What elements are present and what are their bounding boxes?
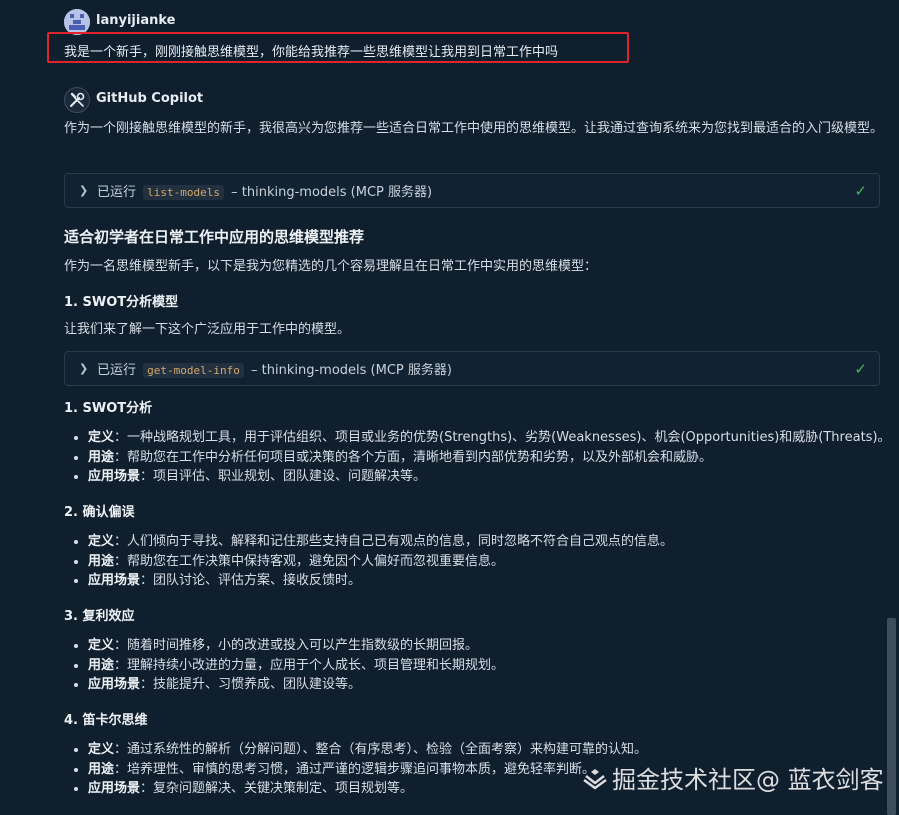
checkmark-icon: ✓ — [854, 182, 867, 200]
model-title: 3. 复利效应 — [64, 609, 135, 624]
section-heading: 适合初学者在日常工作中应用的思维模型推荐 — [64, 228, 365, 246]
list-item: 应用场景：项目评估、职业规划、团队建设、问题解决等。 — [74, 467, 891, 487]
copilot-tools-icon — [70, 92, 85, 107]
list-item: 用途：帮助您在工作中分析任何项目或决策的各个方面，清晰地看到内部优势和劣势，以及… — [74, 448, 891, 468]
chevron-right-icon[interactable]: ❯ — [79, 362, 97, 375]
model-details: 定义：随着时间推移，小的改进或投入可以产生指数级的长期回报。 用途：理解持续小改… — [64, 636, 504, 695]
section1-text: 让我们来了解一下这个广泛应用于工作中的模型。 — [64, 322, 351, 337]
tool-call-get-model-info[interactable]: ❯ 已运行 get-model-info – thinking-models (… — [64, 351, 880, 386]
model-details: 定义：人们倾向于寻找、解释和记住那些支持自己已有观点的信息，同时忽略不符合自己观… — [64, 532, 673, 591]
scrollbar-thumb[interactable] — [887, 618, 896, 815]
model-details: 定义：通过系统性的解析（分解问题）、整合（有序思考）、检验（全面考察）来构建可靠… — [64, 740, 647, 799]
user-name: lanyijianke — [96, 13, 176, 28]
copilot-avatar — [64, 87, 90, 113]
list-item: 应用场景：技能提升、习惯养成、团队建设等。 — [73, 675, 504, 695]
user-message: 我是一个新手，刚刚接触思维模型，你能给我推荐一些思维模型让我用到日常工作中吗 — [64, 45, 559, 60]
tool-call-text: 已运行 get-model-info – thinking-models (MC… — [97, 363, 452, 378]
list-item: 用途：理解持续小改进的力量，应用于个人成长、项目管理和长期规划。 — [73, 656, 504, 676]
list-item: 应用场景：复杂问题解决、关键决策制定、项目规划等。 — [73, 779, 647, 799]
list-item: 定义：一种战略规划工具，用于评估组织、项目或业务的优势(Strengths)、劣… — [74, 428, 891, 448]
tool-name: list-models — [143, 185, 225, 200]
list-item: 应用场景：团队讨论、评估方案、接收反馈时。 — [73, 571, 673, 591]
list-item: 定义：通过系统性的解析（分解问题）、整合（有序思考）、检验（全面考察）来构建可靠… — [73, 740, 647, 760]
list-item: 定义：人们倾向于寻找、解释和记住那些支持自己已有观点的信息，同时忽略不符合自己观… — [73, 532, 673, 552]
tool-call-list-models[interactable]: ❯ 已运行 list-models – thinking-models (MCP… — [64, 173, 880, 208]
checkmark-icon: ✓ — [854, 360, 867, 378]
tool-call-text: 已运行 list-models – thinking-models (MCP 服… — [97, 185, 433, 200]
list-item: 用途：培养理性、审慎的思考习惯，通过严谨的逻辑步骤追问事物本质，避免轻率判断。 — [73, 760, 647, 780]
bot-intro: 作为一个刚接触思维模型的新手，我很高兴为您推荐一些适合日常工作中使用的思维模型。… — [64, 121, 884, 136]
watermark: 掘金技术社区@ 蓝衣剑客 — [582, 760, 884, 795]
model-details: 定义：一种战略规划工具，用于评估组织、项目或业务的优势(Strengths)、劣… — [64, 428, 891, 487]
section1-title: 1. SWOT分析模型 — [64, 295, 179, 310]
tool-name: get-model-info — [143, 363, 244, 378]
list-item: 定义：随着时间推移，小的改进或投入可以产生指数级的长期回报。 — [73, 636, 504, 656]
juejin-logo-icon — [583, 768, 607, 789]
model-title: 4. 笛卡尔思维 — [64, 713, 148, 728]
model-title: 2. 确认偏误 — [64, 505, 135, 520]
chevron-right-icon[interactable]: ❯ — [79, 184, 97, 197]
bot-name: GitHub Copilot — [96, 91, 204, 106]
model-title: 1. SWOT分析 — [64, 401, 153, 416]
lead-text: 作为一名思维模型新手，以下是我为您精选的几个容易理解且在日常工作中实用的思维模型… — [64, 259, 598, 274]
list-item: 用途：帮助您在工作决策中保持客观，避免因个人偏好而忽视重要信息。 — [73, 552, 673, 572]
